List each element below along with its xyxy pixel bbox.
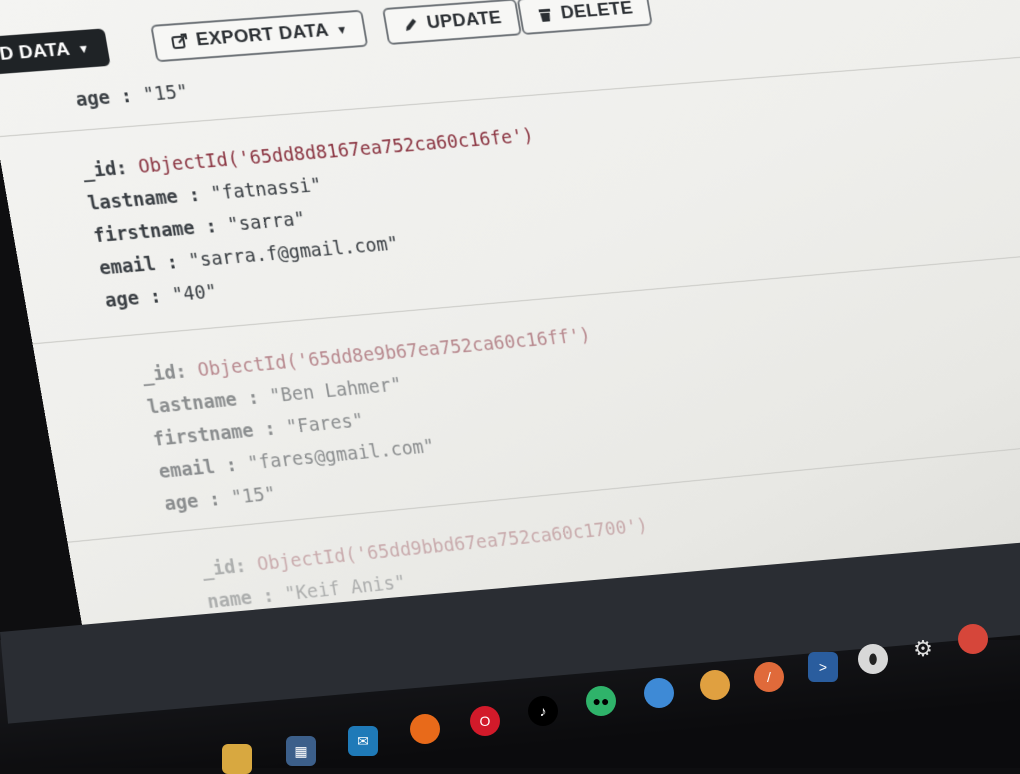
pencil-icon bbox=[401, 15, 421, 34]
export-data-label: EXPORT DATA bbox=[194, 20, 330, 51]
file-explorer-icon[interactable] bbox=[222, 744, 252, 774]
settings-icon[interactable]: ⚙ bbox=[908, 634, 938, 664]
field-row: age : "15" bbox=[73, 76, 191, 117]
document-card[interactable]: _id: ObjectId('65dd8e9b67ea752ca60c16ff'… bbox=[139, 320, 614, 521]
tiktok-icon[interactable]: ♪ bbox=[528, 696, 558, 726]
field-key: _id bbox=[200, 556, 237, 581]
field-key: _id bbox=[140, 362, 177, 387]
field-value: "Fares" bbox=[285, 410, 366, 439]
field-key: age bbox=[163, 491, 200, 516]
medal-icon[interactable] bbox=[700, 670, 730, 700]
export-icon bbox=[170, 32, 191, 51]
document-card[interactable]: age : "15" bbox=[73, 76, 191, 117]
chevron-down-icon: ▼ bbox=[77, 41, 91, 56]
mail-icon[interactable]: ✉ bbox=[348, 726, 378, 756]
store-icon[interactable]: ▦ bbox=[286, 736, 316, 766]
field-key: lastname bbox=[86, 186, 179, 215]
field-value: "15" bbox=[141, 81, 189, 106]
trash-icon bbox=[535, 6, 555, 25]
add-data-button[interactable]: D DATA ▼ bbox=[0, 28, 111, 75]
field-key: age bbox=[74, 87, 112, 111]
firefox-icon[interactable] bbox=[410, 714, 440, 744]
field-key: lastname bbox=[146, 389, 239, 419]
chevron-down-icon: ▼ bbox=[335, 23, 349, 37]
field-value: "fatnassi" bbox=[209, 174, 323, 204]
chrome-icon[interactable] bbox=[958, 624, 988, 654]
field-value: "15" bbox=[230, 483, 278, 509]
field-key: name bbox=[206, 587, 254, 613]
opera-icon[interactable]: O bbox=[470, 706, 500, 736]
field-key: _id bbox=[81, 158, 119, 182]
mongodb-compass-icon[interactable]: ⬮ bbox=[858, 644, 888, 674]
update-label: UPDATE bbox=[425, 7, 503, 34]
documents-toolbar: D DATA ▼ EXPORT DATA ▼ UPDATE DELETE bbox=[0, 0, 1020, 87]
update-button[interactable]: UPDATE bbox=[382, 0, 521, 45]
field-key: firstname bbox=[92, 217, 196, 247]
document-card[interactable]: _id: ObjectId('65dd8d8167ea752ca60c16fe'… bbox=[80, 120, 558, 318]
delete-label: DELETE bbox=[559, 0, 634, 24]
compass-icon[interactable]: / bbox=[754, 662, 784, 692]
delete-button[interactable]: DELETE bbox=[517, 0, 653, 35]
field-value: "sarra" bbox=[226, 208, 307, 236]
tripadvisor-icon[interactable]: ●● bbox=[586, 686, 616, 716]
field-value: "Ben Lahmer" bbox=[268, 374, 403, 407]
windows-taskbar: ▦ ✉ O ♪ ●● / > ⬮ ⚙ bbox=[0, 640, 1020, 768]
field-key: age bbox=[103, 287, 140, 311]
spinner-app-icon[interactable] bbox=[644, 678, 674, 708]
field-key: firstname bbox=[151, 420, 255, 451]
powershell-icon[interactable]: > bbox=[808, 652, 838, 682]
add-data-label: D DATA bbox=[0, 39, 72, 66]
export-data-button[interactable]: EXPORT DATA ▼ bbox=[150, 10, 368, 63]
field-key: email bbox=[157, 456, 216, 483]
field-value: "40" bbox=[170, 281, 218, 306]
field-key: email bbox=[98, 253, 158, 279]
